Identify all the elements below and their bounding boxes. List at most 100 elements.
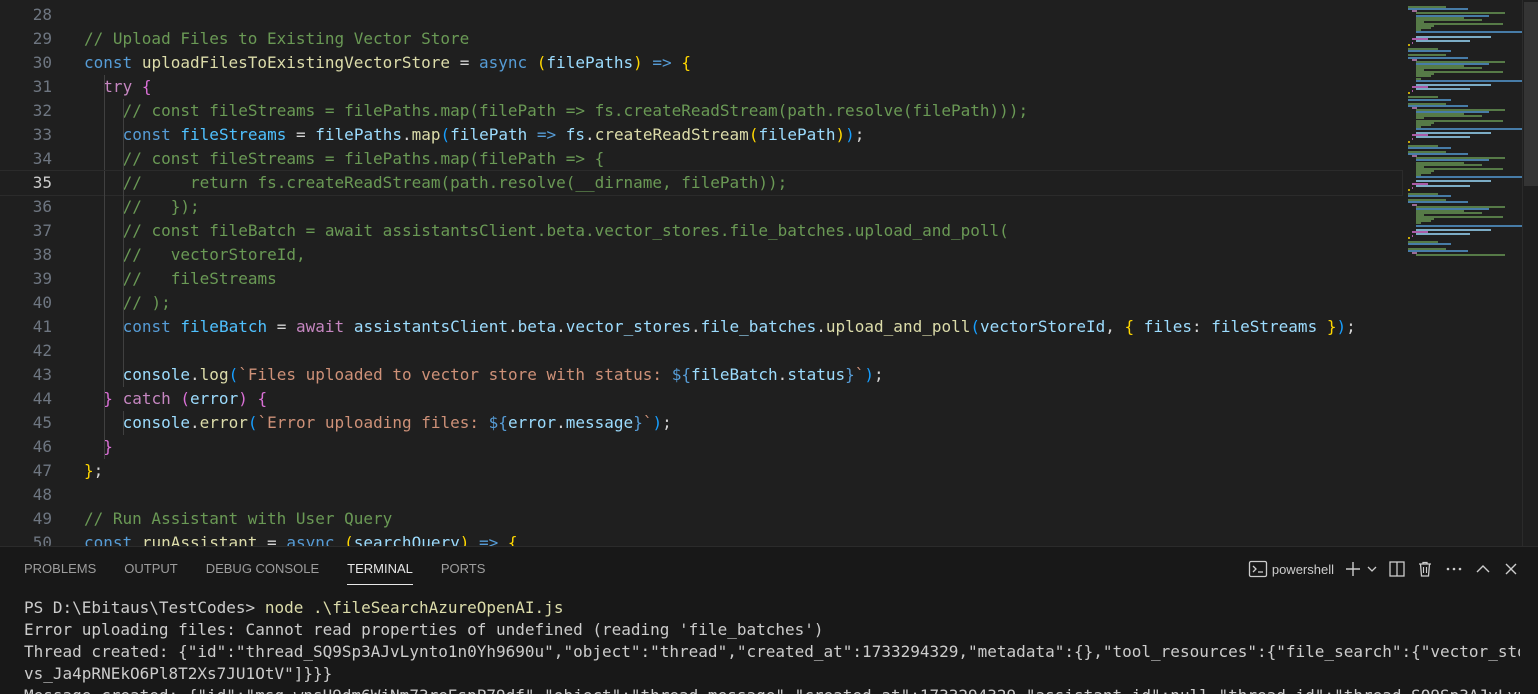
terminal-output[interactable]: PS D:\Ebitaus\TestCodes> node .\fileSear… — [24, 597, 1520, 694]
code-line[interactable]: 34 // const fileStreams = filePaths.map(f… — [0, 147, 1402, 171]
code-line[interactable]: 48 — [0, 483, 1402, 507]
tab-terminal[interactable]: TERMINAL — [333, 547, 427, 591]
line-number: 35 — [32, 173, 52, 192]
code-line[interactable]: 35 // return fs.createReadStream(path.res… — [0, 170, 1403, 196]
code-line[interactable]: 41 const fileBatch = await assistantsClie… — [0, 315, 1402, 339]
minimap-line — [1408, 237, 1410, 240]
code-token: ) — [459, 533, 470, 546]
indent-guide — [123, 123, 125, 147]
close-panel-button[interactable] — [1502, 560, 1520, 578]
code-token: // }); — [122, 197, 200, 216]
minimap-line — [1408, 104, 1468, 107]
code-token: filePath — [758, 125, 836, 144]
scrollbar-thumb[interactable] — [1524, 2, 1538, 186]
minimap-line — [1416, 184, 1471, 187]
code-token: { — [141, 77, 152, 96]
code-editor[interactable]: 28 29 // Upload Files to Existing Vector S… — [0, 0, 1538, 546]
code-line[interactable]: 39 // fileStreams — [0, 267, 1402, 291]
code-token: ; — [854, 125, 865, 144]
line-number: 40 — [32, 293, 52, 312]
indent-guide — [123, 339, 125, 363]
code-line[interactable]: 33 const fileStreams = filePaths.map(file… — [0, 123, 1402, 147]
code-token: . — [190, 365, 200, 384]
code-token: = — [450, 53, 479, 72]
indent-guide — [123, 219, 125, 243]
minimap-line — [1416, 39, 1471, 42]
code-line[interactable]: 44} catch (error) { — [0, 387, 1402, 411]
line-number: 32 — [32, 101, 52, 120]
terminal-line: vs_Ja4pRNEkO6Pl8T2Xs7JU1OtV"]}}} — [24, 664, 333, 683]
code-token: console — [122, 413, 191, 432]
minimap-line — [1416, 211, 1482, 214]
code-line[interactable]: 49 // Run Assistant with User Query — [0, 507, 1402, 531]
minimap[interactable] — [1404, 0, 1526, 546]
code-text: // const fileStreams = filePaths.map(fil… — [123, 147, 605, 171]
code-line[interactable]: 40 // ); — [0, 291, 1402, 315]
kill-terminal-button[interactable] — [1416, 560, 1434, 578]
indent-guide — [104, 267, 105, 291]
code-line[interactable]: 37 // const fileBatch = await assistantsC… — [0, 219, 1402, 243]
indent-guide — [123, 195, 125, 219]
minimap-line — [1416, 127, 1526, 130]
code-line[interactable]: 32 // const fileStreams = filePaths.map(f… — [0, 99, 1402, 123]
code-line[interactable]: 36 // }); — [0, 195, 1402, 219]
editor-scrollbar[interactable] — [1522, 0, 1538, 546]
more-actions-button[interactable] — [1444, 560, 1464, 578]
minimap-line — [1416, 18, 1482, 21]
minimap-line — [1408, 249, 1468, 252]
indent-guide — [123, 147, 125, 171]
terminal-command: node .\fileSearchAzureOpenAI.js — [264, 598, 564, 617]
code-token: . — [556, 413, 566, 432]
code-text: const uploadFilesToExistingVectorStore =… — [84, 51, 691, 75]
code-token: runAssistant — [141, 533, 258, 546]
tab-debug-console[interactable]: DEBUG CONSOLE — [192, 547, 333, 591]
chevron-down-icon[interactable] — [1366, 563, 1378, 575]
code-line[interactable]: 50 const runAssistant = async (searchQuer… — [0, 531, 1402, 546]
code-line[interactable]: 47}; — [0, 459, 1402, 483]
tab-ports[interactable]: PORTS — [427, 547, 500, 591]
indent-guide — [104, 171, 105, 195]
minimap-line — [1408, 56, 1468, 59]
tab-problems[interactable]: PROBLEMS — [10, 547, 110, 591]
tab-output[interactable]: OUTPUT — [110, 547, 191, 591]
minimap-line — [1416, 163, 1482, 166]
code-line[interactable]: 29 // Upload Files to Existing Vector Sto… — [0, 27, 1402, 51]
indent-guide — [104, 435, 105, 459]
code-line[interactable]: 46} — [0, 435, 1402, 459]
minimap-line — [1408, 92, 1410, 95]
code-token: error — [199, 413, 248, 432]
code-token: ) — [238, 389, 248, 408]
indent-guide — [104, 99, 105, 123]
terminal-selector[interactable]: powershell — [1248, 560, 1334, 578]
split-terminal-button[interactable] — [1388, 560, 1406, 578]
indent-guide — [123, 411, 125, 435]
indent-guide — [104, 339, 105, 363]
minimap-line — [1416, 176, 1526, 179]
new-terminal-button[interactable] — [1344, 560, 1378, 578]
minimap-line — [1412, 90, 1413, 93]
minimap-line — [1416, 232, 1471, 235]
code-line[interactable]: 31 try { — [0, 75, 1402, 99]
minimap-line — [1416, 79, 1526, 82]
line-number: 50 — [32, 533, 52, 546]
line-number: 41 — [32, 317, 52, 336]
code-line[interactable]: 30 const uploadFilesToExistingVectorStore… — [0, 51, 1402, 75]
code-text: } catch (error) { — [103, 387, 267, 411]
code-line[interactable]: 42 — [0, 339, 1402, 363]
code-token: => — [652, 53, 672, 72]
code-text: console.error(`Error uploading files: ${… — [123, 411, 672, 435]
code-line[interactable]: 38 // vectorStoreId, — [0, 243, 1402, 267]
code-line[interactable]: 28 — [0, 3, 1402, 27]
minimap-line — [1416, 115, 1482, 118]
code-token: upload_and_poll — [825, 317, 971, 336]
maximize-panel-button[interactable] — [1474, 560, 1492, 578]
code-line[interactable]: 45 console.error(`Error uploading files: … — [0, 411, 1402, 435]
code-line[interactable]: 43 console.log(`Files uploaded to vector … — [0, 363, 1402, 387]
